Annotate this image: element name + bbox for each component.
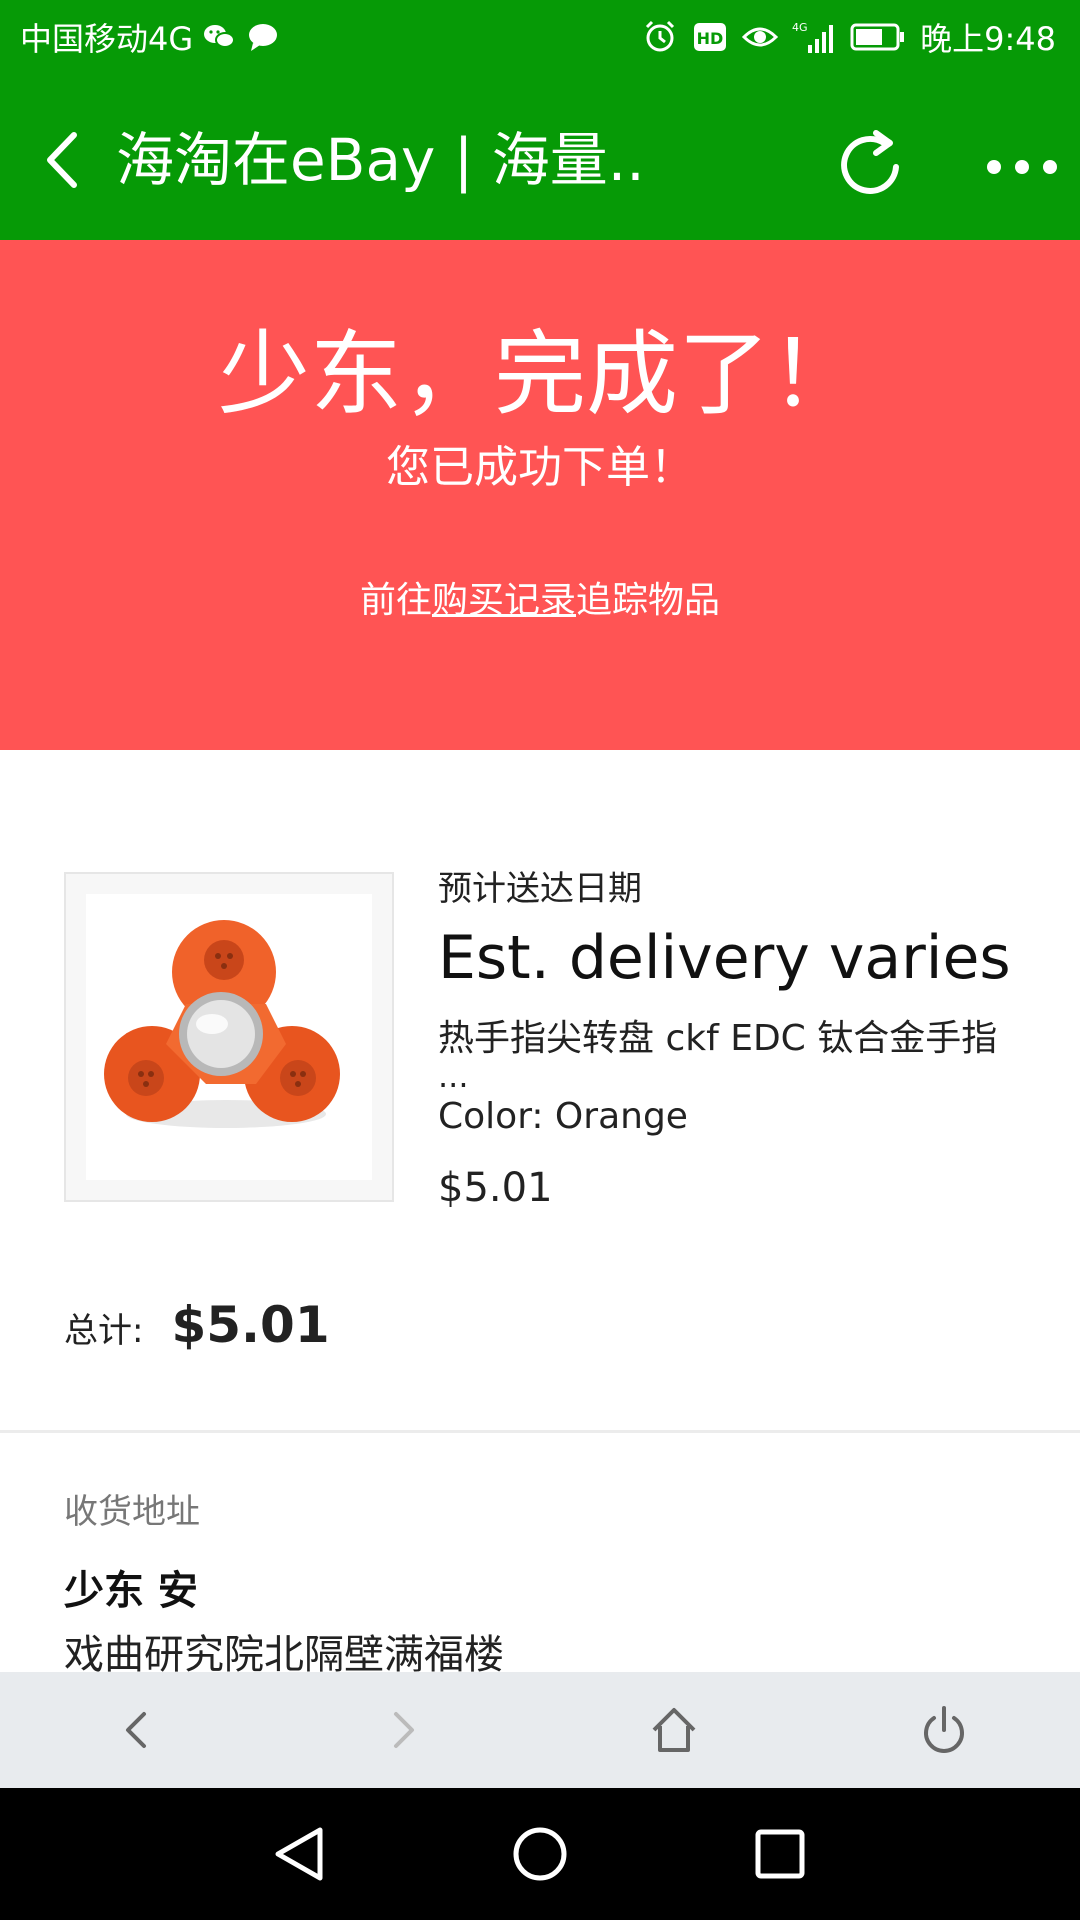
total-value: $5.01: [171, 1296, 330, 1354]
alarm-icon: [646, 20, 675, 52]
eta-label: 预计送达日期: [438, 869, 642, 909]
item-variant: Color: Orange: [438, 1096, 688, 1137]
clock-label: 晚上9:48: [920, 20, 1056, 58]
item-title[interactable]: 热手指尖转盘 ckf EDC 钛合金手指: [438, 1016, 1038, 1062]
nav-recents-icon[interactable]: [744, 1818, 816, 1890]
nav-back-icon[interactable]: [264, 1818, 336, 1890]
status-left: 中国移动4G: [20, 14, 281, 60]
forward-icon[interactable]: [374, 1700, 434, 1760]
purchase-history-link[interactable]: 购买记录: [432, 580, 576, 621]
order-complete-banner: 少东，完成了！ 您已成功下单！ 前往购买记录追踪物品: [0, 240, 1080, 750]
recipient-name: 少东 安: [64, 1568, 198, 1614]
home-icon[interactable]: [644, 1700, 704, 1760]
total-label: 总计:: [64, 1311, 144, 1351]
svg-text:HD: HD: [697, 29, 724, 48]
hd-icon: HD: [694, 23, 727, 51]
status-bar: 中国移动4G HD 4G 晚上9:48: [0, 0, 1080, 75]
refresh-icon[interactable]: [832, 125, 912, 205]
signal-icon: 4G: [792, 21, 834, 53]
fidget-spinner-image: [104, 920, 340, 1128]
item-image-frame: [86, 894, 372, 1180]
back-arrow-icon[interactable]: [36, 125, 96, 195]
item-price: $5.01: [438, 1165, 553, 1211]
back-icon[interactable]: [106, 1700, 166, 1760]
nav-home-icon[interactable]: [504, 1818, 576, 1890]
battery-icon: [850, 23, 905, 51]
order-success-subtitle: 您已成功下单！: [386, 442, 694, 493]
track-item-line: 前往购买记录追踪物品: [0, 576, 1080, 626]
item-title-ellipsis: ...: [438, 1057, 469, 1095]
shipping-label: 收货地址: [64, 1492, 200, 1532]
item-details: 预计送达日期 Est. delivery varies 热手指尖转盘 ckf E…: [438, 866, 1038, 1216]
wechat-icon: [204, 25, 236, 48]
track-prefix: 前往: [359, 580, 432, 621]
status-right: HD 4G 晚上9:48: [642, 14, 1056, 60]
section-divider: [0, 1430, 1080, 1433]
screen: 中国移动4G HD 4G 晚上9:48 海淘在eBay | 海量.. 少东，完成…: [0, 0, 1080, 1920]
carrier-label: 中国移动4G: [20, 20, 194, 58]
power-icon[interactable]: [914, 1700, 974, 1760]
network-type-label: 4G: [792, 21, 808, 34]
eta-value: Est. delivery varies: [438, 923, 1011, 993]
item-image[interactable]: [64, 872, 394, 1202]
track-suffix: 追踪物品: [576, 580, 721, 621]
web-title-bar: 海淘在eBay | 海量..: [0, 75, 1080, 240]
browser-toolbar: [0, 1672, 1080, 1788]
system-nav-bar: [0, 1788, 1080, 1920]
page-title: 海淘在eBay | 海量..: [116, 126, 645, 194]
order-total: 总计: $5.01: [64, 1296, 330, 1354]
more-dots-icon[interactable]: [984, 155, 1064, 179]
headline: 少东，完成了！: [217, 321, 862, 428]
message-icon: [249, 24, 278, 51]
eye-icon: [742, 27, 779, 47]
